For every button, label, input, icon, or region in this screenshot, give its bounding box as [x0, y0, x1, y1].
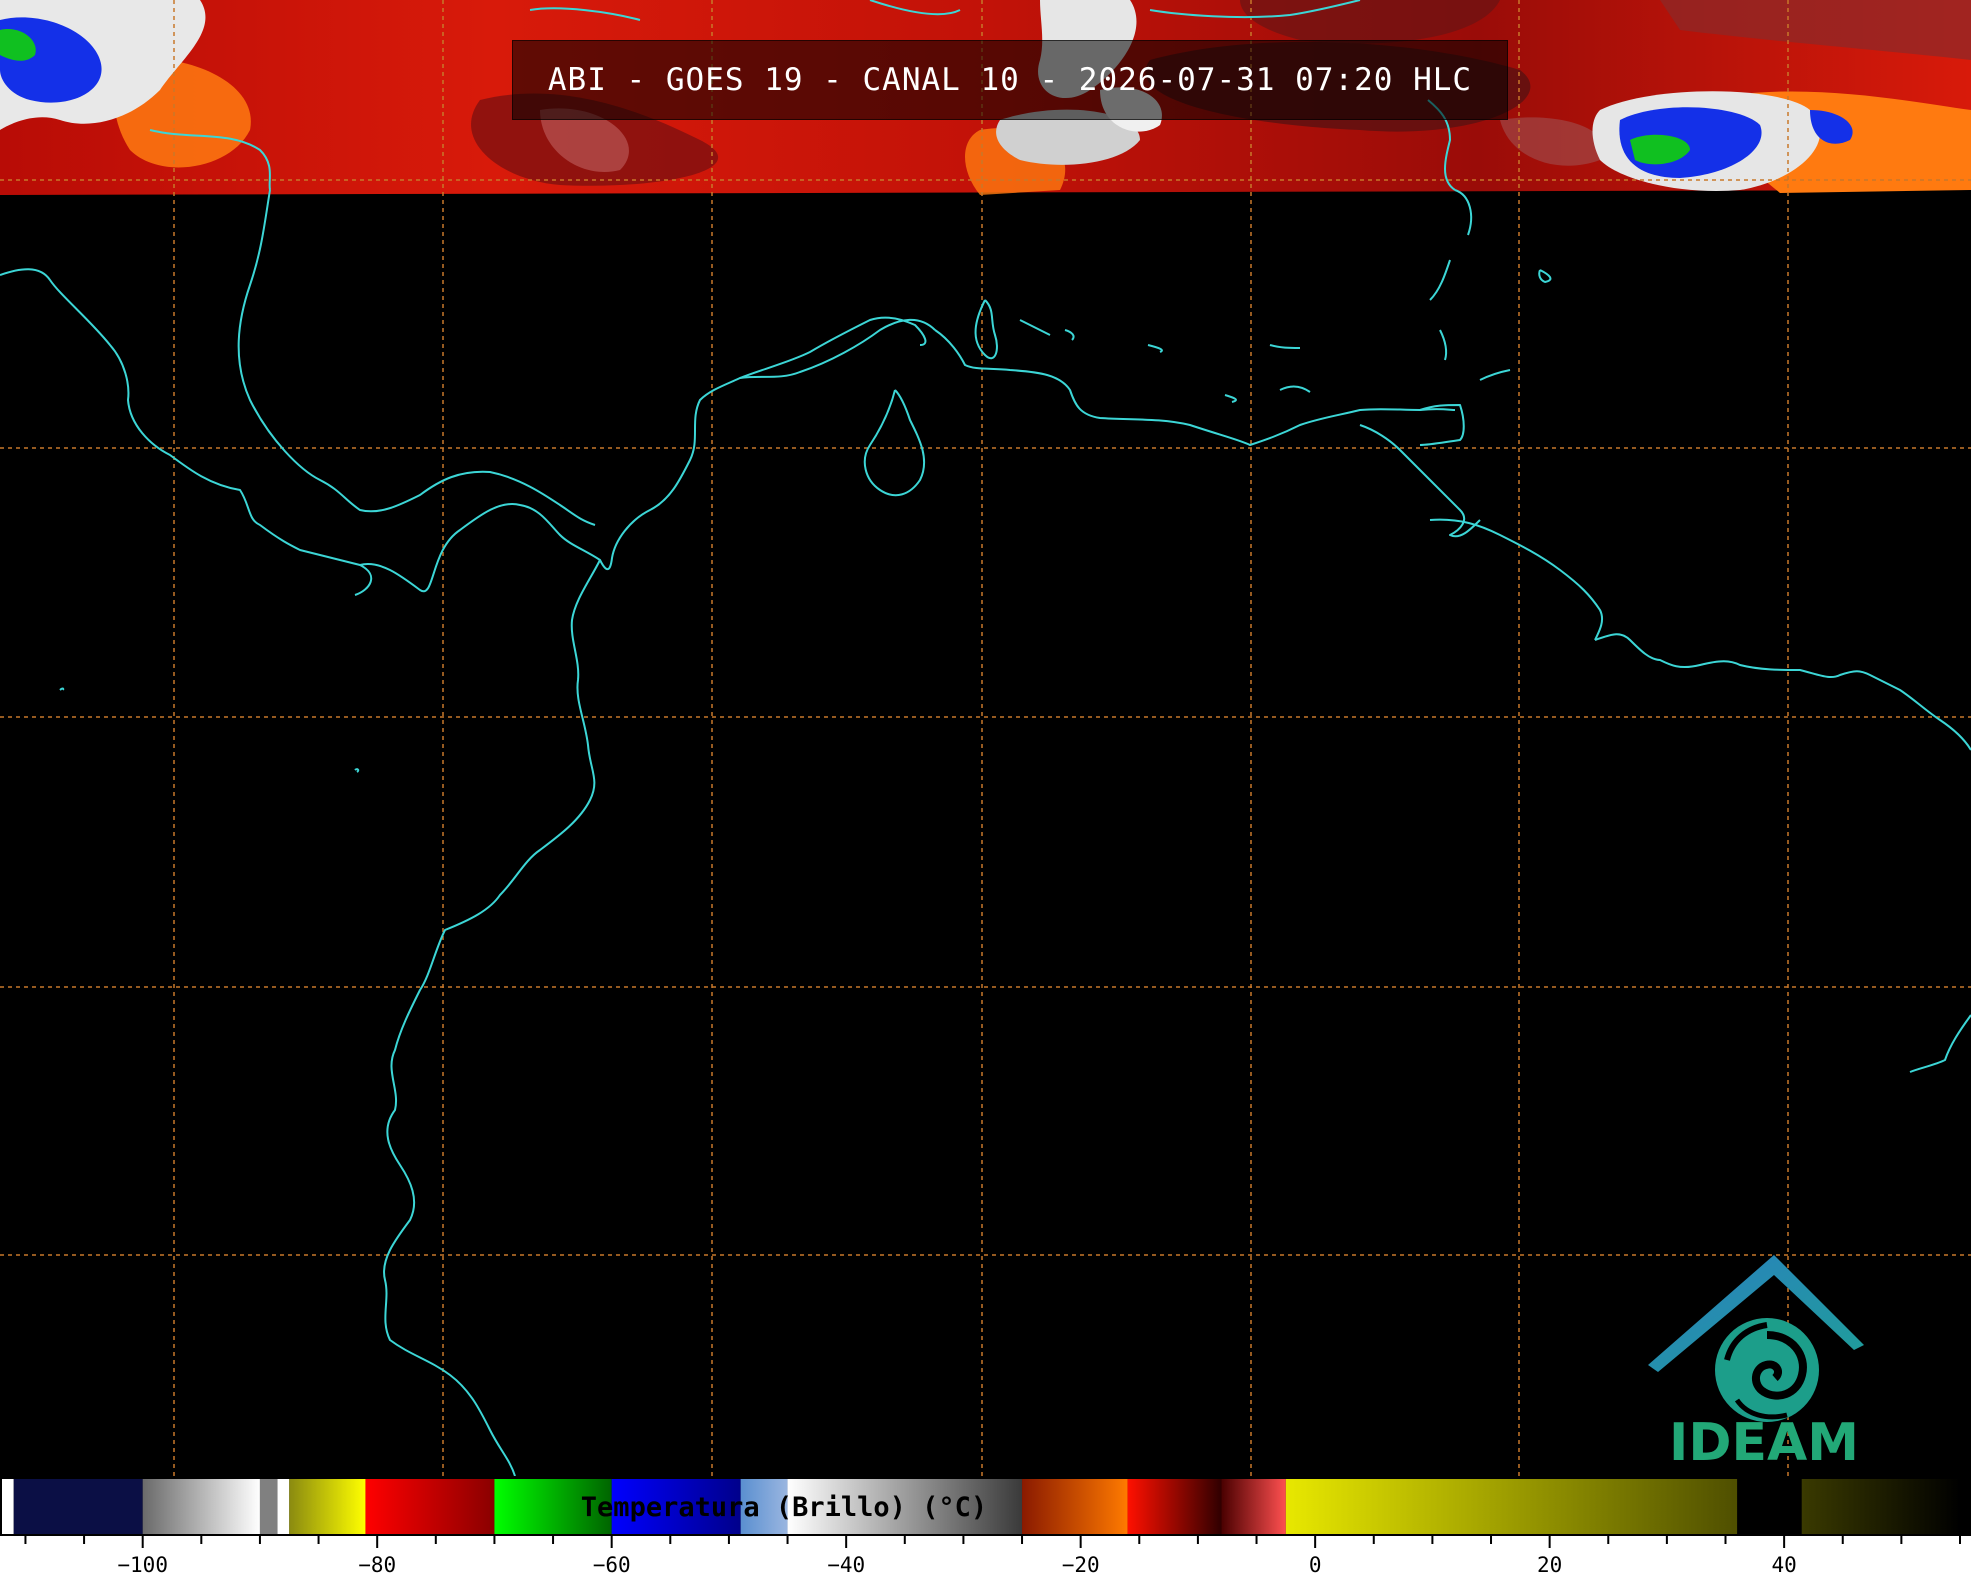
- colorbar-tick-label: −60: [593, 1553, 631, 1577]
- image-title: ABI - GOES 19 - CANAL 10 - 2026-07-31 07…: [512, 40, 1508, 120]
- colorbar-tick-label: −80: [358, 1553, 396, 1577]
- logo-text: IDEAM: [1668, 1413, 1860, 1473]
- colorbar-tick-label: 0: [1309, 1553, 1322, 1577]
- colorbar-label: Temperatura (Brillo) (°C): [580, 1492, 988, 1523]
- colorbar-tick-label: −20: [1062, 1553, 1100, 1577]
- colorbar-segment: [1737, 1479, 1802, 1534]
- colorbar-tick-label: 40: [1771, 1553, 1796, 1577]
- colorbar-segment: [1801, 1479, 1960, 1534]
- colorbar-tick-label: −40: [827, 1553, 865, 1577]
- colorbar-tick-label: −100: [117, 1553, 168, 1577]
- colorbar-tick-label: 20: [1537, 1553, 1562, 1577]
- colorbar-axis: −100 −80 −60 −40 −20 0 20 40: [0, 1536, 1971, 1577]
